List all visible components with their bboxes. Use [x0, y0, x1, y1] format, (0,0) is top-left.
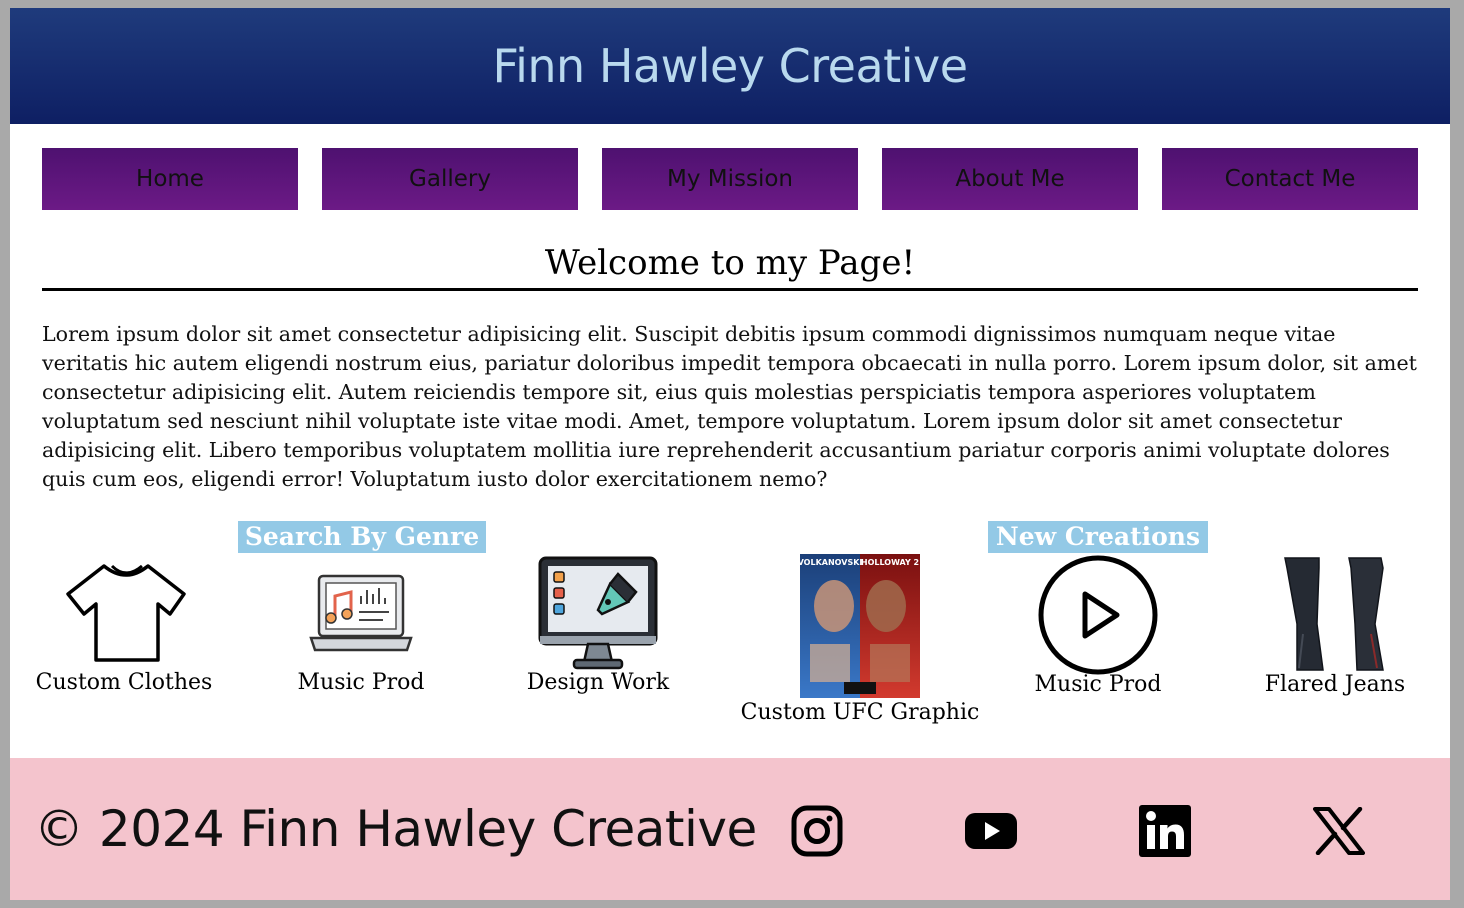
- gallery-caption: Custom UFC Graphic: [740, 700, 980, 725]
- gallery-item-design-work[interactable]: Design Work: [468, 554, 728, 695]
- nav-contact-me[interactable]: Contact Me: [1162, 148, 1418, 210]
- gallery-item-custom-ufc-graphic[interactable]: VOLKANOVSKI HOLLOWAY 2 Custom UFC Graphi…: [730, 554, 990, 725]
- youtube-icon: [965, 813, 1017, 849]
- linkedin-link[interactable]: [1137, 803, 1193, 859]
- gallery-item-custom-clothes[interactable]: Custom Clothes: [0, 554, 254, 695]
- laptop-music-icon: [309, 574, 413, 652]
- welcome-heading: Welcome to my Page!: [42, 240, 1418, 291]
- site-header: Finn Hawley Creative: [10, 8, 1450, 124]
- instagram-icon: [791, 805, 843, 857]
- new-creations-label: New Creations: [988, 521, 1208, 553]
- jeans-image: [1284, 557, 1384, 671]
- gallery-item-music-prod-new[interactable]: Music Prod: [968, 554, 1228, 697]
- poster-fighter-right: HOLLOWAY 2: [861, 558, 919, 567]
- copyright-text: © 2024 Finn Hawley Creative: [34, 800, 757, 858]
- nav-about-me[interactable]: About Me: [882, 148, 1138, 210]
- nav-home[interactable]: Home: [42, 148, 298, 210]
- gallery-item-flared-jeans[interactable]: Flared Jeans: [1205, 554, 1464, 697]
- x-link[interactable]: [1311, 803, 1367, 859]
- poster-fighter-left: VOLKANOVSKI: [800, 558, 862, 567]
- monitor-design-icon: [538, 556, 658, 670]
- instagram-link[interactable]: [789, 803, 845, 859]
- page: Finn Hawley Creative Home Gallery My Mis…: [10, 8, 1450, 900]
- search-by-genre-label: Search By Genre: [238, 521, 486, 553]
- gallery-caption: Flared Jeans: [1264, 672, 1406, 697]
- gallery-caption: Music Prod: [1034, 672, 1162, 697]
- gallery-caption: Custom Clothes: [35, 670, 213, 695]
- ufc-poster-image: VOLKANOVSKI HOLLOWAY 2: [800, 554, 920, 698]
- gallery-item-music-prod[interactable]: Music Prod: [231, 554, 491, 695]
- x-icon: [1313, 807, 1365, 855]
- gallery-caption: Music Prod: [297, 670, 425, 695]
- nav-my-mission[interactable]: My Mission: [602, 148, 858, 210]
- gallery-caption: Design Work: [526, 670, 670, 695]
- play-circle-icon: [1038, 555, 1158, 675]
- site-footer: © 2024 Finn Hawley Creative: [10, 758, 1450, 900]
- site-title: Finn Hawley Creative: [492, 39, 969, 93]
- tshirt-icon: [66, 564, 186, 662]
- welcome-paragraph: Lorem ipsum dolor sit amet consectetur a…: [42, 322, 1417, 491]
- main-nav: Home Gallery My Mission About Me Contact…: [42, 148, 1418, 210]
- nav-gallery[interactable]: Gallery: [322, 148, 578, 210]
- youtube-link[interactable]: [963, 803, 1019, 859]
- linkedin-icon: [1139, 805, 1191, 857]
